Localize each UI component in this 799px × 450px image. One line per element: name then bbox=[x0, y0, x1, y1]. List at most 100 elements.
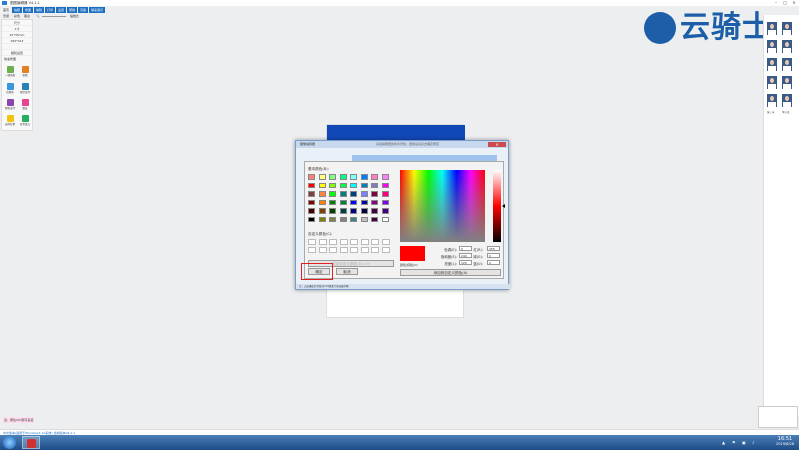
dialog-close-button[interactable]: ✕ bbox=[488, 142, 506, 147]
basic-color-swatch[interactable] bbox=[350, 208, 357, 214]
basic-color-swatch[interactable] bbox=[329, 216, 336, 222]
photo-thumbnail[interactable] bbox=[767, 40, 777, 53]
tool-smooth[interactable]: 磨皮 bbox=[20, 99, 30, 110]
basic-color-swatch[interactable] bbox=[381, 182, 389, 188]
basic-color-swatch[interactable] bbox=[360, 216, 368, 222]
basic-color-swatch[interactable] bbox=[350, 216, 357, 222]
tool-smart[interactable]: 智能证件 bbox=[5, 99, 15, 110]
custom-color-slot[interactable] bbox=[318, 239, 327, 245]
basic-color-swatch[interactable] bbox=[339, 174, 347, 180]
custom-color-slot[interactable] bbox=[318, 247, 327, 253]
add-custom-color-button[interactable]: 添加到自定义颜色(A) bbox=[400, 269, 501, 276]
basic-color-swatch[interactable] bbox=[350, 191, 357, 197]
close-icon[interactable]: ✕ bbox=[790, 1, 798, 5]
toolbar-item[interactable]: 普通 bbox=[3, 14, 9, 18]
photo-thumbnail[interactable] bbox=[767, 76, 777, 89]
custom-color-slot[interactable] bbox=[381, 247, 390, 253]
photo-thumbnail[interactable] bbox=[767, 58, 777, 71]
custom-color-slot[interactable] bbox=[381, 239, 390, 245]
photo-thumbnail[interactable] bbox=[782, 58, 792, 71]
basic-color-swatch[interactable] bbox=[371, 174, 378, 180]
basic-color-swatch[interactable] bbox=[339, 182, 347, 188]
zoom-icon[interactable]: 🔍 bbox=[36, 14, 40, 18]
photo-thumbnail[interactable] bbox=[782, 40, 792, 53]
photo-thumbnail[interactable] bbox=[767, 22, 777, 35]
network-icon[interactable]: ▣ bbox=[742, 440, 747, 445]
photo-thumbnail[interactable] bbox=[782, 94, 792, 107]
red-field[interactable]: 255 bbox=[487, 246, 500, 251]
toolbar-item[interactable]: 彩色 bbox=[14, 14, 20, 18]
basic-color-swatch[interactable] bbox=[339, 216, 347, 222]
taskbar-clock[interactable]: 16:51 2019/6/28 bbox=[772, 436, 798, 449]
basic-color-swatch[interactable] bbox=[360, 191, 368, 197]
basic-color-swatch[interactable] bbox=[318, 174, 326, 180]
basic-color-swatch[interactable] bbox=[381, 199, 389, 205]
basic-color-swatch[interactable] bbox=[371, 199, 378, 205]
basic-color-swatch[interactable] bbox=[350, 182, 357, 188]
basic-color-swatch[interactable] bbox=[329, 182, 336, 188]
custom-color-slot[interactable] bbox=[339, 239, 348, 245]
basic-color-swatch[interactable] bbox=[381, 216, 389, 222]
custom-color-slot[interactable] bbox=[371, 239, 379, 245]
luminance-arrow-icon[interactable] bbox=[502, 204, 505, 208]
custom-color-slot[interactable] bbox=[350, 239, 358, 245]
basic-color-swatch[interactable] bbox=[371, 216, 378, 222]
tool-remove-bg[interactable]: 去除背景 bbox=[5, 115, 15, 126]
basic-color-swatch[interactable] bbox=[381, 191, 389, 197]
basic-color-swatch[interactable] bbox=[350, 199, 357, 205]
tray-up-arrow-icon[interactable]: ▲ bbox=[722, 440, 727, 445]
basic-color-swatch[interactable] bbox=[350, 174, 357, 180]
custom-color-slot[interactable] bbox=[329, 239, 337, 245]
basic-color-swatch[interactable] bbox=[308, 199, 315, 205]
tool-crop[interactable]: 裁剪证件 bbox=[20, 83, 30, 94]
start-button[interactable] bbox=[3, 436, 16, 449]
basic-color-swatch[interactable] bbox=[329, 174, 336, 180]
basic-color-swatch[interactable] bbox=[371, 208, 378, 214]
basic-color-swatch[interactable] bbox=[318, 182, 326, 188]
basic-color-swatch[interactable] bbox=[339, 191, 347, 197]
minimize-icon[interactable]: – bbox=[772, 1, 780, 5]
basic-color-swatch[interactable] bbox=[318, 208, 326, 214]
custom-color-slot[interactable] bbox=[329, 247, 337, 253]
basic-color-swatch[interactable] bbox=[339, 208, 347, 214]
basic-color-swatch[interactable] bbox=[308, 191, 315, 197]
cancel-button[interactable]: 取消 bbox=[336, 268, 358, 275]
custom-color-slot[interactable] bbox=[350, 247, 358, 253]
basic-color-swatch[interactable] bbox=[371, 191, 378, 197]
blue-field[interactable]: 0 bbox=[487, 260, 500, 265]
basic-color-swatch[interactable] bbox=[318, 191, 326, 197]
basic-color-swatch[interactable] bbox=[308, 174, 315, 180]
taskbar-app-button[interactable] bbox=[22, 436, 40, 449]
basic-color-swatch[interactable] bbox=[329, 199, 336, 205]
basic-color-swatch[interactable] bbox=[360, 199, 368, 205]
color-spectrum[interactable] bbox=[400, 170, 485, 242]
basic-color-swatch[interactable] bbox=[318, 199, 326, 205]
basic-color-swatch[interactable] bbox=[318, 216, 326, 222]
basic-color-swatch[interactable] bbox=[329, 191, 336, 197]
tool-cutout[interactable]: 抠图 bbox=[20, 66, 30, 77]
photo-thumbnail[interactable] bbox=[782, 22, 792, 35]
basic-color-swatch[interactable] bbox=[308, 208, 315, 214]
zoom-slider[interactable] bbox=[42, 16, 66, 17]
tool-fix-spots[interactable]: 修复斑点 bbox=[20, 115, 30, 126]
basic-color-swatch[interactable] bbox=[360, 208, 368, 214]
basic-color-swatch[interactable] bbox=[308, 182, 315, 188]
custom-color-slot[interactable] bbox=[360, 239, 369, 245]
toolbar-item[interactable]: 黑白 bbox=[24, 14, 30, 18]
tool-bgcolor[interactable]: 背景色 bbox=[5, 83, 15, 94]
maximize-icon[interactable]: □ bbox=[781, 1, 789, 5]
basic-color-swatch[interactable] bbox=[329, 208, 336, 214]
custom-color-slot[interactable] bbox=[360, 247, 369, 253]
green-field[interactable]: 0 bbox=[487, 253, 500, 258]
custom-color-slot[interactable] bbox=[371, 247, 379, 253]
volume-icon[interactable]: ♪ bbox=[752, 440, 757, 445]
luminance-bar[interactable] bbox=[493, 170, 501, 242]
basic-color-swatch[interactable] bbox=[360, 174, 368, 180]
flag-icon[interactable]: ⚑ bbox=[732, 440, 737, 445]
photo-thumbnail[interactable] bbox=[767, 94, 777, 107]
custom-color-slot[interactable] bbox=[308, 247, 316, 253]
custom-color-slot[interactable] bbox=[308, 239, 316, 245]
basic-color-swatch[interactable] bbox=[360, 182, 368, 188]
basic-color-swatch[interactable] bbox=[371, 182, 378, 188]
photo-thumbnail[interactable] bbox=[782, 76, 792, 89]
